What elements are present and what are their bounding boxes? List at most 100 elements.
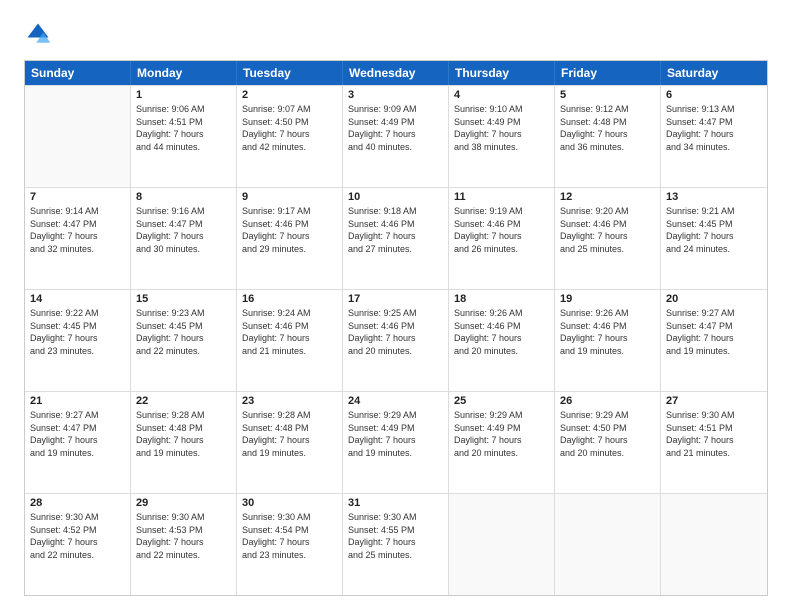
daylight-minutes-text: and 20 minutes. <box>348 345 443 358</box>
cal-cell: 4Sunrise: 9:10 AMSunset: 4:49 PMDaylight… <box>449 86 555 187</box>
day-number: 25 <box>454 395 549 407</box>
sunrise-text: Sunrise: 9:29 AM <box>454 409 549 422</box>
cal-cell: 22Sunrise: 9:28 AMSunset: 4:48 PMDayligh… <box>131 392 237 493</box>
sunrise-text: Sunrise: 9:07 AM <box>242 103 337 116</box>
daylight-minutes-text: and 23 minutes. <box>242 549 337 562</box>
daylight-minutes-text: and 24 minutes. <box>666 243 762 256</box>
daylight-text: Daylight: 7 hours <box>136 434 231 447</box>
sunset-text: Sunset: 4:49 PM <box>348 116 443 129</box>
daylight-text: Daylight: 7 hours <box>666 434 762 447</box>
header-day-sunday: Sunday <box>25 61 131 85</box>
daylight-text: Daylight: 7 hours <box>454 332 549 345</box>
cal-cell: 30Sunrise: 9:30 AMSunset: 4:54 PMDayligh… <box>237 494 343 595</box>
daylight-text: Daylight: 7 hours <box>666 230 762 243</box>
daylight-minutes-text: and 25 minutes. <box>560 243 655 256</box>
daylight-minutes-text: and 21 minutes. <box>242 345 337 358</box>
daylight-minutes-text: and 21 minutes. <box>666 447 762 460</box>
daylight-minutes-text: and 19 minutes. <box>348 447 443 460</box>
sunset-text: Sunset: 4:49 PM <box>348 422 443 435</box>
cal-cell <box>449 494 555 595</box>
week-row-5: 28Sunrise: 9:30 AMSunset: 4:52 PMDayligh… <box>25 493 767 595</box>
sunrise-text: Sunrise: 9:24 AM <box>242 307 337 320</box>
logo <box>24 20 56 48</box>
cal-cell: 29Sunrise: 9:30 AMSunset: 4:53 PMDayligh… <box>131 494 237 595</box>
cal-cell: 10Sunrise: 9:18 AMSunset: 4:46 PMDayligh… <box>343 188 449 289</box>
day-number: 20 <box>666 293 762 305</box>
sunrise-text: Sunrise: 9:26 AM <box>560 307 655 320</box>
cal-cell: 23Sunrise: 9:28 AMSunset: 4:48 PMDayligh… <box>237 392 343 493</box>
cal-cell: 24Sunrise: 9:29 AMSunset: 4:49 PMDayligh… <box>343 392 449 493</box>
sunset-text: Sunset: 4:47 PM <box>30 218 125 231</box>
sunset-text: Sunset: 4:45 PM <box>136 320 231 333</box>
day-number: 11 <box>454 191 549 203</box>
cal-cell: 5Sunrise: 9:12 AMSunset: 4:48 PMDaylight… <box>555 86 661 187</box>
sunset-text: Sunset: 4:45 PM <box>30 320 125 333</box>
day-number: 12 <box>560 191 655 203</box>
day-number: 5 <box>560 89 655 101</box>
sunset-text: Sunset: 4:46 PM <box>242 218 337 231</box>
sunrise-text: Sunrise: 9:29 AM <box>560 409 655 422</box>
sunrise-text: Sunrise: 9:13 AM <box>666 103 762 116</box>
daylight-minutes-text: and 29 minutes. <box>242 243 337 256</box>
sunrise-text: Sunrise: 9:30 AM <box>242 511 337 524</box>
sunset-text: Sunset: 4:46 PM <box>242 320 337 333</box>
day-number: 8 <box>136 191 231 203</box>
cal-cell: 19Sunrise: 9:26 AMSunset: 4:46 PMDayligh… <box>555 290 661 391</box>
cal-cell: 28Sunrise: 9:30 AMSunset: 4:52 PMDayligh… <box>25 494 131 595</box>
day-number: 9 <box>242 191 337 203</box>
daylight-minutes-text: and 20 minutes. <box>454 345 549 358</box>
daylight-text: Daylight: 7 hours <box>348 128 443 141</box>
sunrise-text: Sunrise: 9:06 AM <box>136 103 231 116</box>
cal-cell: 2Sunrise: 9:07 AMSunset: 4:50 PMDaylight… <box>237 86 343 187</box>
calendar: SundayMondayTuesdayWednesdayThursdayFrid… <box>24 60 768 596</box>
daylight-minutes-text: and 22 minutes. <box>136 549 231 562</box>
day-number: 1 <box>136 89 231 101</box>
daylight-minutes-text: and 38 minutes. <box>454 141 549 154</box>
daylight-text: Daylight: 7 hours <box>560 230 655 243</box>
daylight-text: Daylight: 7 hours <box>30 332 125 345</box>
daylight-minutes-text: and 26 minutes. <box>454 243 549 256</box>
daylight-text: Daylight: 7 hours <box>242 536 337 549</box>
daylight-text: Daylight: 7 hours <box>136 536 231 549</box>
sunrise-text: Sunrise: 9:18 AM <box>348 205 443 218</box>
sunrise-text: Sunrise: 9:20 AM <box>560 205 655 218</box>
sunset-text: Sunset: 4:46 PM <box>560 218 655 231</box>
header-day-wednesday: Wednesday <box>343 61 449 85</box>
day-number: 7 <box>30 191 125 203</box>
header <box>24 20 768 48</box>
daylight-text: Daylight: 7 hours <box>30 434 125 447</box>
cal-cell: 7Sunrise: 9:14 AMSunset: 4:47 PMDaylight… <box>25 188 131 289</box>
sunset-text: Sunset: 4:47 PM <box>136 218 231 231</box>
daylight-text: Daylight: 7 hours <box>666 128 762 141</box>
sunrise-text: Sunrise: 9:28 AM <box>136 409 231 422</box>
sunset-text: Sunset: 4:50 PM <box>560 422 655 435</box>
cal-cell <box>25 86 131 187</box>
daylight-minutes-text: and 36 minutes. <box>560 141 655 154</box>
daylight-text: Daylight: 7 hours <box>242 332 337 345</box>
sunrise-text: Sunrise: 9:10 AM <box>454 103 549 116</box>
day-number: 13 <box>666 191 762 203</box>
cal-cell: 17Sunrise: 9:25 AMSunset: 4:46 PMDayligh… <box>343 290 449 391</box>
cal-cell: 9Sunrise: 9:17 AMSunset: 4:46 PMDaylight… <box>237 188 343 289</box>
cal-cell: 21Sunrise: 9:27 AMSunset: 4:47 PMDayligh… <box>25 392 131 493</box>
day-number: 14 <box>30 293 125 305</box>
header-day-tuesday: Tuesday <box>237 61 343 85</box>
sunrise-text: Sunrise: 9:19 AM <box>454 205 549 218</box>
sunrise-text: Sunrise: 9:09 AM <box>348 103 443 116</box>
sunrise-text: Sunrise: 9:17 AM <box>242 205 337 218</box>
daylight-text: Daylight: 7 hours <box>136 230 231 243</box>
daylight-minutes-text: and 27 minutes. <box>348 243 443 256</box>
cal-cell: 16Sunrise: 9:24 AMSunset: 4:46 PMDayligh… <box>237 290 343 391</box>
sunset-text: Sunset: 4:47 PM <box>666 320 762 333</box>
sunset-text: Sunset: 4:48 PM <box>242 422 337 435</box>
week-row-3: 14Sunrise: 9:22 AMSunset: 4:45 PMDayligh… <box>25 289 767 391</box>
sunset-text: Sunset: 4:46 PM <box>454 320 549 333</box>
day-number: 15 <box>136 293 231 305</box>
sunrise-text: Sunrise: 9:27 AM <box>666 307 762 320</box>
sunset-text: Sunset: 4:51 PM <box>666 422 762 435</box>
day-number: 30 <box>242 497 337 509</box>
day-number: 2 <box>242 89 337 101</box>
daylight-minutes-text: and 40 minutes. <box>348 141 443 154</box>
sunset-text: Sunset: 4:46 PM <box>454 218 549 231</box>
day-number: 31 <box>348 497 443 509</box>
